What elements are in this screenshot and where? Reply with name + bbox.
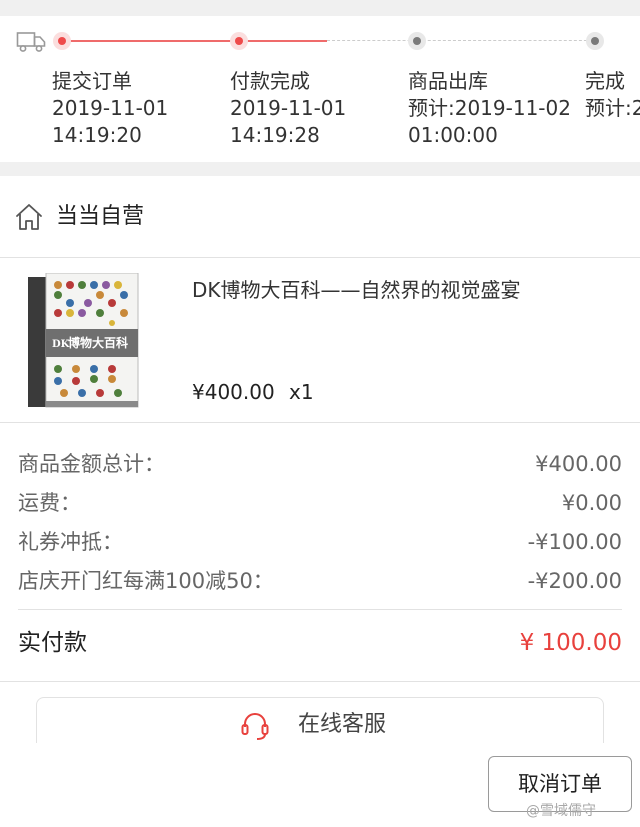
order-progress: 提交订单 2019-11-01 14:19:20 付款完成 2019-11-01… [0, 16, 640, 162]
service-label: 在线客服 [298, 712, 387, 737]
watermark: @雪域儒守 [526, 803, 596, 819]
step-title: 完成 [585, 69, 625, 93]
total-label: 实付款 [18, 630, 87, 656]
summary-value: ¥400.00 [535, 452, 622, 476]
headset-icon [241, 713, 269, 740]
summary-row-promotion: 店庆开门红每满100减50： -¥200.00 [18, 564, 622, 598]
step-date: 预计:2019-11-02 [408, 96, 571, 120]
step-paid: 付款完成 2019-11-01 14:19:28 [230, 68, 346, 149]
step-title: 提交订单 [52, 69, 132, 93]
summary-value: -¥100.00 [527, 530, 622, 554]
store-header[interactable]: 当当自营 [0, 176, 640, 258]
total-paid: 实付款 ¥ 100.00 [18, 625, 622, 661]
product-item[interactable]: DK 博物大百科 DK博物大百科——自然界的视觉盛宴 ¥400.00 x1 [0, 259, 640, 423]
step-complete: 完成 预计:2 [585, 68, 640, 122]
summary-label: 商品金额总计： [18, 452, 165, 476]
step-dot-submitted [53, 32, 71, 50]
summary-row-subtotal: 商品金额总计： ¥400.00 [18, 447, 622, 481]
product-quantity: x1 [289, 380, 314, 404]
progress-line-done [62, 40, 327, 42]
summary-row-shipping: 运费： ¥0.00 [18, 486, 622, 520]
summary-row-coupon: 礼券冲抵： -¥100.00 [18, 525, 622, 559]
summary-label: 运费： [18, 491, 81, 515]
truck-icon [16, 32, 46, 52]
price-summary: 商品金额总计： ¥400.00 运费： ¥0.00 礼券冲抵： -¥100.00… [0, 424, 640, 682]
step-dot-shipped [408, 32, 426, 50]
step-title: 商品出库 [408, 69, 488, 93]
summary-value: ¥0.00 [561, 491, 622, 515]
step-date: 2019-11-01 [230, 96, 347, 120]
top-spacer [0, 0, 640, 16]
step-title: 付款完成 [230, 69, 310, 93]
total-value: ¥ 100.00 [519, 630, 622, 656]
step-submitted: 提交订单 2019-11-01 14:19:20 [52, 68, 168, 149]
step-time: 14:19:20 [52, 123, 142, 147]
online-service-button[interactable]: 在线客服 [36, 697, 604, 743]
product-title[interactable]: DK博物大百科——自然界的视觉盛宴 [192, 275, 521, 305]
step-dot-complete [586, 32, 604, 50]
summary-label: 礼券冲抵： [18, 530, 123, 554]
step-date: 预计:2 [585, 96, 640, 120]
summary-value: -¥200.00 [527, 569, 622, 593]
home-icon [16, 204, 42, 230]
book-cover-title: 博物大百科 [68, 335, 128, 350]
step-shipped: 商品出库 预计:2019-11-02 01:00:00 [408, 68, 571, 149]
step-time: 14:19:28 [230, 123, 320, 147]
section-spacer [0, 162, 640, 176]
step-time: 01:00:00 [408, 123, 498, 147]
step-dot-paid [230, 32, 248, 50]
summary-label: 店庆开门红每满100减50： [18, 569, 274, 593]
book-cover-image: DK 博物大百科 [28, 273, 139, 408]
progress-line-pending [327, 40, 597, 41]
product-price: ¥400.00 [192, 380, 275, 404]
summary-divider [18, 609, 622, 610]
store-name: 当当自营 [56, 204, 145, 229]
step-date: 2019-11-01 [52, 96, 169, 120]
